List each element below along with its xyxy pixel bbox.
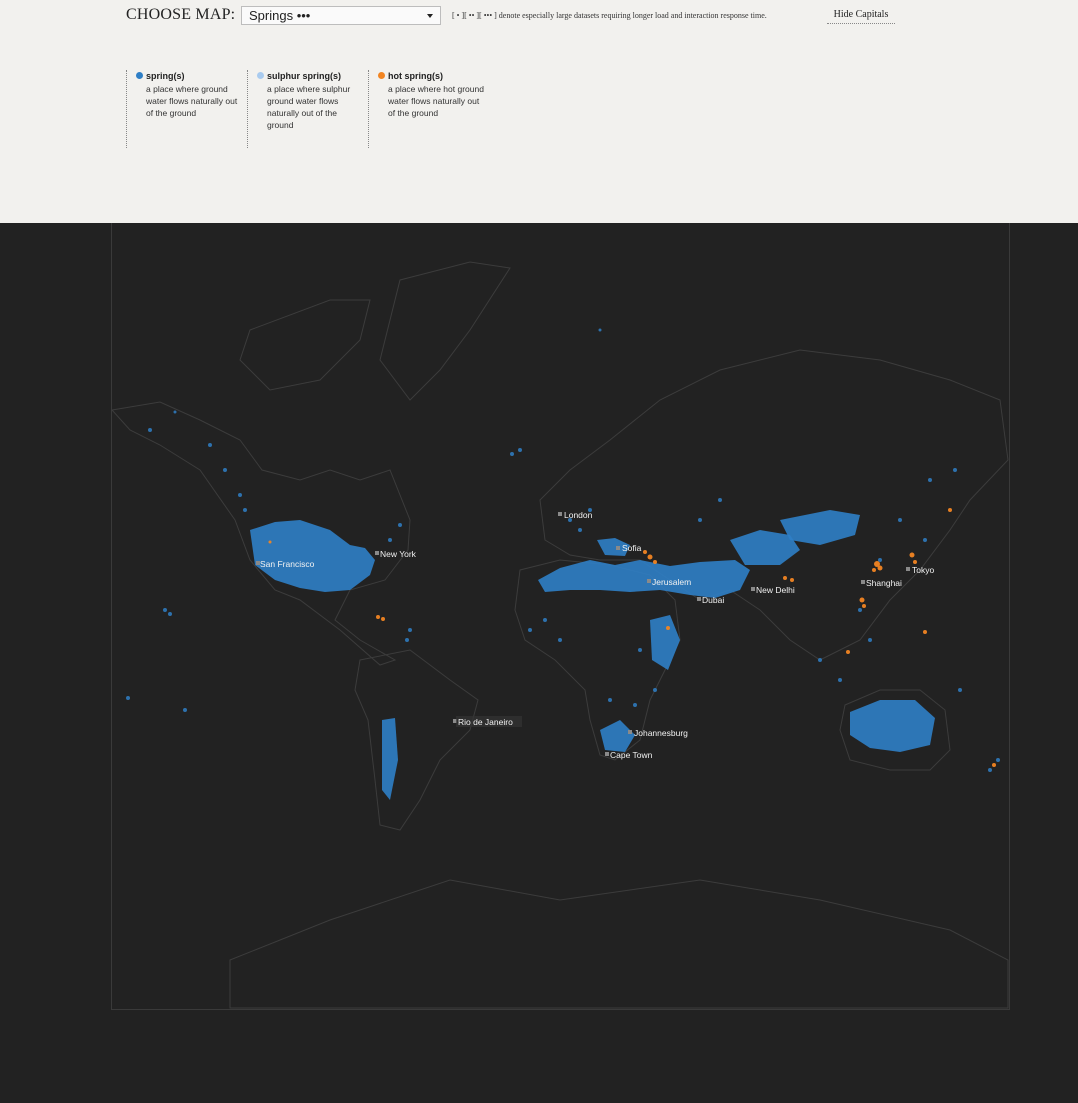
city-label-tokyo: Tokyo	[912, 565, 934, 575]
header-panel: CHOOSE MAP: Springs ••• [ • ][ •• ][ •••…	[0, 0, 1078, 223]
spring-cluster-australia	[850, 700, 935, 752]
city-label-london: London	[564, 510, 593, 520]
city-label-jerusalem: Jerusalem	[652, 577, 691, 587]
city-label-dubai: Dubai	[702, 595, 724, 605]
legend-description: a place where ground water flows natural…	[146, 84, 238, 118]
capital-marker-jerusalem[interactable]	[647, 579, 651, 583]
dataset-size-hint: [ • ][ •• ][ ••• ] denote especially lar…	[452, 11, 767, 20]
capital-marker-shanghai[interactable]	[861, 580, 865, 584]
capital-marker-tokyo[interactable]	[906, 567, 910, 571]
spring-cluster-southern-africa	[600, 720, 635, 752]
world-map[interactable]: .land { fill: none; stroke: #3c3c3c; str…	[0, 223, 1078, 1103]
spring-color-swatch	[136, 72, 143, 79]
city-label-sofia: Sofia	[622, 543, 642, 553]
spring-cluster-chile	[382, 718, 398, 800]
legend-item-spring[interactable]: spring(s) a place where ground water flo…	[126, 70, 246, 148]
spring-cluster-usa	[250, 520, 375, 592]
legend-item-hot-spring[interactable]: hot spring(s) a place where hot ground w…	[368, 70, 488, 148]
land-outlines	[111, 261, 1009, 1009]
choose-map-label: CHOOSE MAP:	[126, 6, 236, 23]
south-america-outline	[354, 649, 479, 831]
capital-marker-cape-town[interactable]	[605, 752, 609, 756]
capital-marker-johannesburg[interactable]	[628, 730, 632, 734]
city-label-new-delhi: New Delhi	[756, 585, 795, 595]
antarctica-outline	[229, 879, 1009, 1009]
arctic-islands-outline	[239, 299, 371, 391]
city-label-san-francisco: San Francisco	[260, 559, 315, 569]
city-label-rio-de-janeiro: Rio de Janeiro	[458, 717, 513, 727]
legend-description: a place where hot ground water flows nat…	[388, 84, 484, 118]
sulphur-spring-color-swatch	[257, 72, 264, 79]
capital-marker-sofia[interactable]	[616, 546, 620, 550]
legend-item-sulphur-spring[interactable]: sulphur spring(s) a place where sulphur …	[247, 70, 367, 148]
city-label-new-york: New York	[380, 549, 417, 559]
capital-marker-new-york[interactable]	[375, 551, 379, 555]
capital-marker-new-delhi[interactable]	[751, 587, 755, 591]
city-label-shanghai: Shanghai	[866, 578, 902, 588]
city-label-cape-town: Cape Town	[610, 750, 653, 760]
map-select-value: Springs •••	[249, 8, 311, 23]
chevron-down-icon	[427, 14, 433, 18]
capital-marker-london[interactable]	[558, 512, 562, 516]
hide-capitals-button[interactable]: Hide Capitals	[827, 9, 895, 24]
eurasia-outline	[539, 349, 1009, 661]
hot-spring-color-swatch	[378, 72, 385, 79]
legend-description: a place where sulphur ground water flows…	[267, 84, 351, 130]
spring-cluster-siberia	[780, 510, 860, 545]
greenland-outline	[379, 261, 511, 401]
legend-label: hot spring(s)	[388, 71, 443, 81]
legend-label: sulphur spring(s)	[267, 71, 341, 81]
spring-cluster-mediterranean	[538, 560, 750, 598]
city-label-johannesburg: Johannesburg	[634, 728, 688, 738]
spring-cluster-east-africa	[650, 615, 680, 670]
map-select[interactable]: Springs •••	[241, 6, 441, 25]
capital-marker-dubai[interactable]	[697, 597, 701, 601]
legend-label: spring(s)	[146, 71, 185, 81]
